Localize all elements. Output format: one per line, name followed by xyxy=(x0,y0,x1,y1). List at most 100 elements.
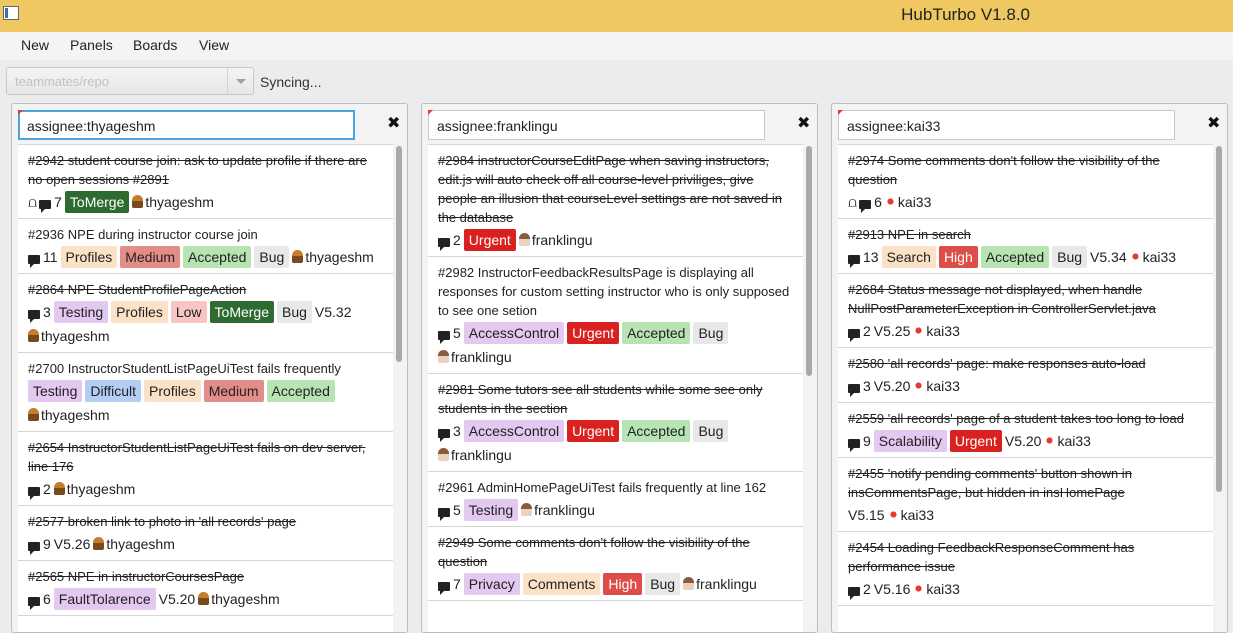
issue-title[interactable]: #2864 NPE StudentProfilePageAction xyxy=(28,280,383,299)
issue-label[interactable]: Bug xyxy=(254,246,290,268)
issue-title[interactable]: #2565 NPE in instructorCoursesPage xyxy=(28,567,383,586)
issue-label[interactable]: Urgent xyxy=(567,322,620,344)
issue-meta: 5 AccessControl Urgent Accepted Bug frankling… xyxy=(438,322,793,368)
filter-input[interactable]: assignee:thyageshm xyxy=(18,110,355,140)
issue-card[interactable]: #2700 InstructorStudentListPageUiTest fa… xyxy=(18,353,393,432)
repo-dropdown-button[interactable] xyxy=(227,68,253,94)
issue-label[interactable]: High xyxy=(938,246,978,268)
issue-label[interactable]: AccessControl xyxy=(463,322,565,344)
comment-icon xyxy=(848,254,860,268)
issue-card[interactable]: #2580 'all records' page: make responses… xyxy=(838,348,1213,403)
issue-card[interactable]: #2981 Some tutors see all students while… xyxy=(428,374,803,472)
issue-label[interactable]: Accepted xyxy=(980,246,1050,268)
issue-title[interactable]: #2700 InstructorStudentListPageUiTest fa… xyxy=(28,359,383,378)
menu-view[interactable]: View xyxy=(199,37,229,53)
comment-count: 2 xyxy=(863,581,871,597)
issue-label[interactable]: FaultTolarence xyxy=(53,588,156,610)
issue-card[interactable]: #2565 NPE in instructorCoursesPage 6 Fault… xyxy=(18,561,393,616)
issue-card[interactable]: #2984 instructorCourseEditPage when savi… xyxy=(428,145,803,257)
issue-label[interactable]: Bug xyxy=(645,573,681,595)
comment-icon xyxy=(848,383,860,397)
issue-title[interactable]: #2577 broken link to photo in 'all recor… xyxy=(28,512,383,531)
issue-meta: 6 FaultTolarence V5.20 thyageshm xyxy=(28,588,383,610)
scrollbar[interactable] xyxy=(393,144,403,632)
close-icon[interactable]: ✖ xyxy=(387,113,400,132)
issue-title[interactable]: #2580 'all records' page: make responses… xyxy=(848,354,1203,373)
issue-title[interactable]: #2974 Some comments don't follow the vis… xyxy=(848,151,1203,189)
filter-input[interactable]: assignee:franklingu xyxy=(428,110,765,140)
issue-label[interactable]: Search xyxy=(881,246,936,268)
issue-title[interactable]: #2961 AdminHomePageUiTest fails frequent… xyxy=(438,478,793,497)
issue-title[interactable]: #2942 student course join: ask to update… xyxy=(28,151,383,189)
close-icon[interactable]: ✖ xyxy=(1207,113,1220,132)
issue-label[interactable]: Low xyxy=(170,301,207,323)
menu-panels[interactable]: Panels xyxy=(70,37,113,53)
issue-title[interactable]: #2684 Status message not displayed, when… xyxy=(848,280,1203,318)
issue-title[interactable]: #2949 Some comments don't follow the vis… xyxy=(438,533,793,571)
issue-title[interactable]: #2936 NPE during instructor course join xyxy=(28,225,383,244)
issue-title[interactable]: #2981 Some tutors see all students while… xyxy=(438,380,793,418)
issue-card[interactable]: #2864 NPE StudentProfilePageAction 3 Testi… xyxy=(18,274,393,353)
issue-title[interactable]: #2454 Loading FeedbackResponseComment ha… xyxy=(848,538,1203,576)
menu-new[interactable]: New xyxy=(21,37,49,53)
issue-card[interactable]: #2942 student course join: ask to update… xyxy=(18,145,393,219)
issue-label[interactable]: Testing xyxy=(53,301,109,323)
issue-label[interactable]: Privacy xyxy=(463,573,520,595)
issue-title[interactable]: #2913 NPE in search xyxy=(848,225,1203,244)
scrollbar[interactable] xyxy=(803,144,813,632)
issue-card[interactable]: #2913 NPE in search 13 Search High Accepted B… xyxy=(838,219,1213,274)
issue-label[interactable]: Accepted xyxy=(622,322,691,344)
issue-label[interactable]: High xyxy=(603,573,643,595)
panel-indicator-icon xyxy=(838,110,843,115)
issue-label[interactable]: Accepted xyxy=(266,380,335,402)
issue-card[interactable]: #2654 InstructorStudentListPageUiTest fa… xyxy=(18,432,393,506)
scrollbar[interactable] xyxy=(1213,144,1223,632)
issue-label[interactable]: Bug xyxy=(693,322,729,344)
issue-label[interactable]: Testing xyxy=(463,499,519,521)
issue-label[interactable]: Accepted xyxy=(183,246,252,268)
issue-card[interactable]: #2974 Some comments don't follow the vis… xyxy=(838,145,1213,219)
issue-label[interactable]: Profiles xyxy=(60,246,118,268)
issue-title[interactable]: #2982 InstructorFeedbackResultsPage is d… xyxy=(438,263,793,320)
issue-label[interactable]: Accepted xyxy=(622,420,691,442)
issue-label[interactable]: Scalability xyxy=(873,430,947,452)
issue-label[interactable]: AccessControl xyxy=(463,420,565,442)
avatar xyxy=(521,503,533,516)
issue-label[interactable]: Bug xyxy=(1052,246,1088,268)
issue-label[interactable]: Comments xyxy=(522,573,601,595)
issue-label[interactable]: Medium xyxy=(120,246,181,268)
scroll-thumb[interactable] xyxy=(806,146,812,377)
scroll-thumb[interactable] xyxy=(1216,146,1222,492)
issue-label[interactable]: Difficult xyxy=(85,380,142,402)
issue-title[interactable]: #2559 'all records' page of a student ta… xyxy=(848,409,1203,428)
issue-label[interactable]: Bug xyxy=(693,420,729,442)
issue-card[interactable]: #2936 NPE during instructor course join 1… xyxy=(18,219,393,274)
issue-title[interactable]: #2654 InstructorStudentListPageUiTest fa… xyxy=(28,438,383,476)
filter-input[interactable]: assignee:kai33 xyxy=(838,110,1175,140)
issue-card[interactable]: #2577 broken link to photo in 'all recor… xyxy=(18,506,393,561)
menu-boards[interactable]: Boards xyxy=(133,37,177,53)
comment-icon xyxy=(438,507,450,521)
repo-selector[interactable]: teammates/repo xyxy=(6,67,254,95)
close-icon[interactable]: ✖ xyxy=(797,113,810,132)
issue-label[interactable]: Testing xyxy=(28,380,83,402)
issue-card[interactable]: #2454 Loading FeedbackResponseComment ha… xyxy=(838,532,1213,606)
issue-label[interactable]: ToMerge xyxy=(64,191,130,213)
issue-label[interactable]: Medium xyxy=(203,380,264,402)
issue-title[interactable]: #2984 instructorCourseEditPage when savi… xyxy=(438,151,793,227)
issue-label[interactable]: Profiles xyxy=(111,301,168,323)
issue-label[interactable]: Bug xyxy=(277,301,312,323)
issue-label[interactable]: Urgent xyxy=(463,229,516,251)
issue-label[interactable]: Urgent xyxy=(949,430,1002,452)
issue-card[interactable]: #2455 'notify pending comments' button s… xyxy=(838,458,1213,532)
issue-label[interactable]: Urgent xyxy=(567,420,620,442)
issue-card[interactable]: #2982 InstructorFeedbackResultsPage is d… xyxy=(428,257,803,374)
issue-card[interactable]: #2949 Some comments don't follow the vis… xyxy=(428,527,803,601)
issue-card[interactable]: #2961 AdminHomePageUiTest fails frequent… xyxy=(428,472,803,527)
scroll-thumb[interactable] xyxy=(396,146,402,362)
issue-card[interactable]: #2559 'all records' page of a student ta… xyxy=(838,403,1213,458)
issue-label[interactable]: ToMerge xyxy=(209,301,274,323)
issue-title[interactable]: #2455 'notify pending comments' button s… xyxy=(848,464,1203,502)
issue-label[interactable]: Profiles xyxy=(144,380,201,402)
issue-card[interactable]: #2684 Status message not displayed, when… xyxy=(838,274,1213,348)
